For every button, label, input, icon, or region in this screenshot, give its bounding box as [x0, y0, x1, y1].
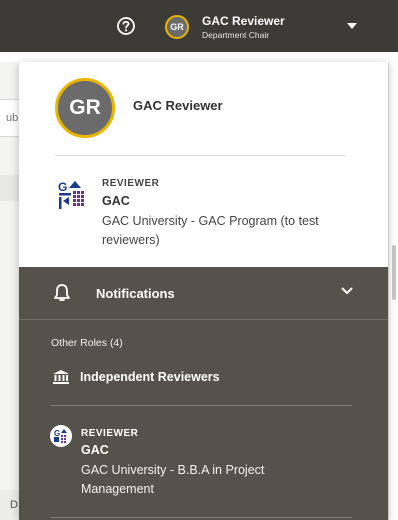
gac-logo-icon: G: [58, 180, 84, 209]
help-button[interactable]: [116, 16, 136, 36]
scrollbar-thumb[interactable]: [392, 245, 396, 300]
svg-text:G: G: [58, 180, 67, 194]
svg-text:G: G: [54, 429, 60, 438]
divider: [19, 319, 388, 320]
user-role: Department Chair: [202, 30, 270, 40]
role-item-independent-reviewers[interactable]: Independent Reviewers: [19, 362, 388, 392]
role-description: GAC University - GAC Program (to test re…: [102, 214, 319, 247]
question-circle-icon: [117, 17, 135, 35]
notifications-toggle[interactable]: Notifications: [19, 267, 388, 319]
notifications-label: Notifications: [96, 286, 175, 301]
chevron-down-icon: [341, 287, 353, 294]
avatar: GR: [165, 15, 189, 39]
background-bottom-item: D: [0, 490, 20, 520]
caret-down-icon: [347, 23, 357, 29]
background-input-field[interactable]: ub: [0, 99, 20, 137]
institution-icon: [53, 370, 69, 384]
profile-avatar: GR: [55, 78, 115, 138]
role-label: REVIEWER: [81, 428, 139, 439]
other-roles-heading: Other Roles (4): [51, 337, 123, 349]
gac-logo-icon: G: [50, 425, 72, 447]
role-program: GAC: [81, 443, 109, 457]
user-name: GAC Reviewer: [202, 14, 285, 28]
user-menu-button[interactable]: GR GAC Reviewer Department Chair: [160, 8, 370, 46]
divider: [51, 405, 352, 406]
background-band: [0, 175, 20, 201]
divider: [51, 517, 352, 518]
current-role-item[interactable]: G REVIEWER GAC GAC University - GAC Prog…: [19, 166, 388, 266]
top-navigation-bar: GR GAC Reviewer Department Chair: [0, 0, 398, 52]
role-item-label: Independent Reviewers: [80, 370, 220, 384]
bell-icon: [54, 284, 70, 301]
role-program: GAC: [102, 194, 130, 208]
role-description: GAC University - B.B.A in Project Manage…: [81, 463, 265, 496]
profile-name: GAC Reviewer: [133, 98, 223, 113]
divider: [55, 155, 346, 156]
roles-section: Notifications Other Roles (4) Independen…: [19, 267, 388, 520]
profile-header: GR GAC Reviewer: [19, 62, 388, 156]
role-label: REVIEWER: [102, 178, 160, 189]
role-item-gac-bba[interactable]: G REVIEWER GAC GAC University - B.B.A in…: [19, 417, 388, 507]
user-dropdown-menu: GR GAC Reviewer G REVIEWER GAC GAC Unive…: [19, 62, 388, 520]
